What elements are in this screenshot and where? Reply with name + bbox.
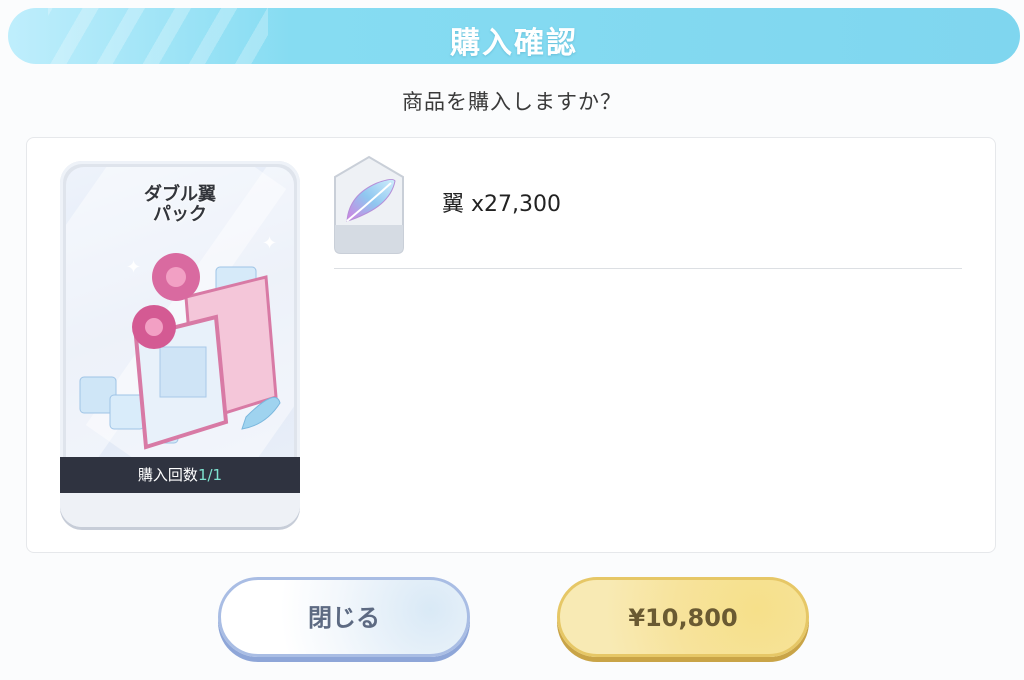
purchase-count-bar: 購入回数1/1 <box>60 457 300 493</box>
pack-name: ダブル翼 パック <box>144 184 216 225</box>
item-quantity-label: 翼 x27,300 <box>442 192 561 217</box>
close-button[interactable]: 閉じる <box>218 577 470 657</box>
dialog-title-bar: 購入確認 <box>8 8 1020 64</box>
purchase-confirm-dialog: 購入確認 商品を購入しますか？ ✦ ✦ ダブル翼 パック 購入回数1/1 翼 x… <box>0 0 1024 680</box>
pack-card-footer <box>60 493 300 527</box>
purchase-count-value: 1/1 <box>197 466 223 484</box>
purchase-count-label: 購入回数 <box>137 466 198 484</box>
item-divider <box>334 268 962 269</box>
confirm-question: 商品を購入しますか？ <box>402 90 622 114</box>
buy-button[interactable]: ¥10,800 <box>557 577 809 657</box>
pack-card: ✦ ✦ ダブル翼 パック 購入回数1/1 <box>60 161 300 527</box>
dialog-title: 購入確認 <box>450 26 578 61</box>
wing-feather-icon <box>334 155 404 254</box>
